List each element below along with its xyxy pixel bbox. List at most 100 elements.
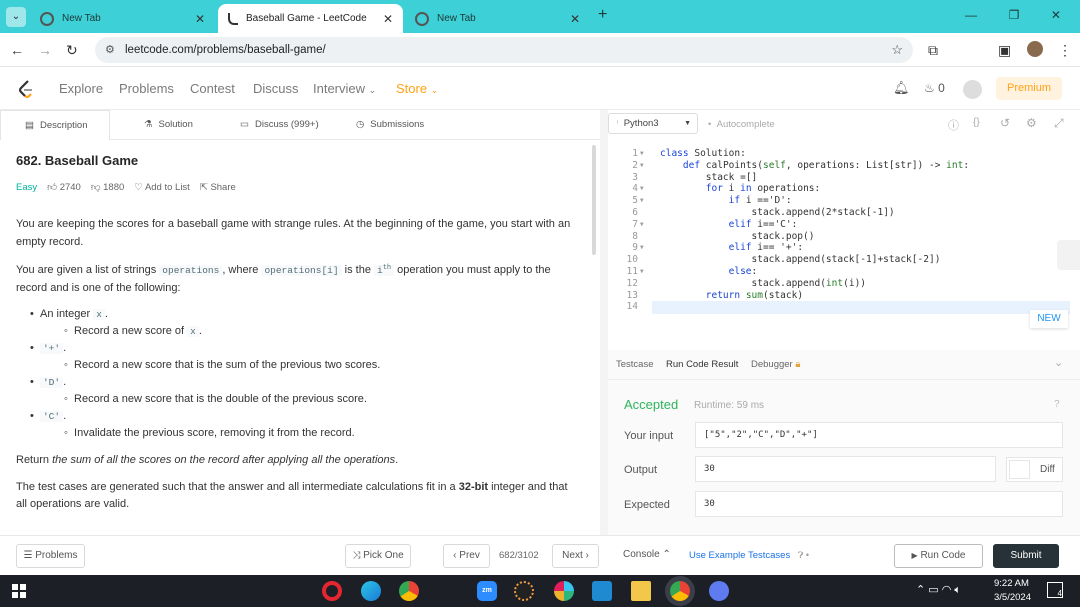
close-window-icon[interactable]: ✕ bbox=[1051, 8, 1061, 22]
rule-sub-text: Record a new score that is the sum of th… bbox=[74, 359, 381, 372]
tab-submissions[interactable]: ◷ Submissions bbox=[348, 110, 432, 140]
chrome-taskbar-icon[interactable] bbox=[399, 581, 419, 601]
rules-list: • An integer x. ◦ Record a new score of … bbox=[16, 306, 581, 442]
next-button[interactable]: Next › bbox=[552, 544, 599, 568]
side-panel-toggle[interactable] bbox=[1057, 240, 1080, 270]
code-editor[interactable]: 1 ▼ class Solution: 2 ▼ def calPoints(self, … bbox=[610, 140, 1080, 350]
clock-time[interactable]: 9:22 AM bbox=[994, 578, 1029, 589]
minimize-icon[interactable]: — bbox=[965, 8, 977, 22]
help-circle-icon[interactable]: ❓︎ • bbox=[798, 550, 809, 561]
close-icon[interactable]: ✕ bbox=[195, 12, 205, 26]
zoom-icon[interactable]: zm bbox=[477, 581, 497, 601]
tab-search-button[interactable]: ⌄ bbox=[6, 7, 26, 27]
code-text: for i in operations: bbox=[705, 183, 821, 195]
file-explorer-icon[interactable] bbox=[631, 581, 651, 601]
bookmark-star-icon[interactable]: ☆ bbox=[891, 37, 903, 63]
nav-contest[interactable]: Contest bbox=[190, 81, 235, 96]
notification-center-icon[interactable]: 4 bbox=[1047, 582, 1063, 598]
fold-arrow-icon[interactable]: ▼ bbox=[640, 266, 644, 278]
address-bar[interactable]: ⚙ leetcode.com/problems/baseball-game/ ☆ bbox=[95, 37, 913, 63]
left-pane-scrollbar[interactable] bbox=[592, 145, 596, 255]
nav-explore[interactable]: Explore bbox=[59, 81, 103, 96]
user-avatar[interactable] bbox=[963, 80, 982, 99]
tab-testcase[interactable]: Testcase bbox=[616, 359, 654, 370]
pick-one-button[interactable]: ⤨ Pick One bbox=[345, 544, 411, 568]
discuss-icon: ▭ bbox=[240, 119, 249, 130]
premium-button[interactable]: Premium bbox=[996, 77, 1062, 100]
run-code-button[interactable]: ▶ Run Code bbox=[894, 544, 983, 568]
problems-label: Problems bbox=[35, 550, 78, 561]
menu-dots-icon[interactable]: ⋮ bbox=[1058, 42, 1072, 59]
windows-start-icon[interactable] bbox=[12, 584, 26, 598]
nav-store[interactable]: Store ⌄ bbox=[396, 81, 438, 96]
tab-debugger[interactable]: Debugger 🔒︎ bbox=[751, 359, 800, 370]
extensions-icon[interactable]: ⧉ bbox=[928, 42, 938, 59]
fold-arrow-icon[interactable]: ▼ bbox=[640, 242, 644, 254]
submit-button[interactable]: Submit bbox=[993, 544, 1059, 568]
fold-arrow-icon[interactable]: ▼ bbox=[640, 148, 644, 160]
tab-description[interactable]: ▤ Description bbox=[0, 110, 110, 140]
fire-icon: ♨ bbox=[924, 81, 935, 95]
fold-arrow-icon[interactable]: ▼ bbox=[640, 160, 644, 172]
fold-arrow-icon[interactable]: ▼ bbox=[640, 195, 644, 207]
nav-problems[interactable]: Problems bbox=[119, 81, 174, 96]
dislike-button[interactable]: 👎︎ 1880 bbox=[91, 179, 124, 197]
browser-tab-2[interactable]: Baseball Game - LeetCode ✕ bbox=[218, 4, 403, 33]
console-label: Console bbox=[623, 549, 660, 560]
tab-discuss[interactable]: ▭ Discuss (999+) bbox=[232, 110, 327, 140]
sidebar-icon[interactable]: ▣ bbox=[998, 42, 1011, 59]
desc-text: is the bbox=[344, 264, 371, 277]
opera-icon[interactable] bbox=[322, 581, 342, 601]
system-tray-icons[interactable]: ⌃ ▭ ◠ 🔈︎ bbox=[916, 583, 961, 597]
close-icon[interactable]: ✕ bbox=[383, 12, 393, 26]
fold-arrow-icon[interactable]: ▼ bbox=[640, 219, 644, 231]
pane-divider[interactable] bbox=[600, 110, 608, 535]
chrome-active-icon[interactable] bbox=[670, 581, 690, 601]
reset-icon[interactable]: ↺ bbox=[1000, 116, 1010, 130]
braces-icon[interactable]: {} bbox=[973, 117, 980, 128]
leetcode-logo[interactable] bbox=[18, 79, 34, 99]
like-button[interactable]: 👍︎ 2740 bbox=[47, 179, 81, 197]
help-icon[interactable]: ? bbox=[1054, 399, 1060, 410]
new-feature-badge[interactable]: NEW bbox=[1030, 310, 1068, 328]
clock-icon: ◷ bbox=[356, 119, 365, 130]
add-to-list-button[interactable]: ♡ Add to List bbox=[134, 179, 190, 197]
new-tab-button[interactable]: + bbox=[598, 6, 607, 24]
close-icon[interactable]: ✕ bbox=[570, 12, 580, 26]
nav-interview[interactable]: Interview ⌄ bbox=[313, 81, 376, 96]
app-icon[interactable] bbox=[514, 581, 534, 601]
prev-button[interactable]: ‹ Prev bbox=[443, 544, 490, 568]
settings-icon[interactable]: ⚙ bbox=[1026, 116, 1037, 130]
problems-button[interactable]: ☰ Problems bbox=[16, 544, 85, 568]
console-toggle[interactable]: Console ⌃ bbox=[623, 549, 671, 560]
share-button[interactable]: ⇱ Share bbox=[200, 179, 236, 197]
slack-icon[interactable] bbox=[554, 581, 574, 601]
clock-date[interactable]: 3/5/2024 bbox=[994, 592, 1031, 603]
browser-tab-1[interactable]: New Tab ✕ bbox=[30, 4, 215, 33]
fullscreen-icon[interactable]: ⤢ bbox=[1054, 116, 1064, 131]
chrome-profile-icon[interactable] bbox=[709, 581, 729, 601]
language-select[interactable]: ⁱ Python3 ▼ bbox=[608, 113, 698, 134]
vscode-icon[interactable] bbox=[592, 581, 612, 601]
notification-bell-icon[interactable]: 🔔︎ bbox=[893, 80, 910, 96]
restore-icon[interactable]: ❐ bbox=[1009, 8, 1020, 22]
autocomplete-toggle[interactable]: • Autocomplete bbox=[708, 119, 775, 130]
back-arrow-icon[interactable]: ← bbox=[10, 42, 24, 58]
tab-solution[interactable]: ⚗ Solution bbox=[136, 110, 201, 140]
reload-icon[interactable]: ↻ bbox=[66, 42, 78, 59]
tab-run-code-result[interactable]: Run Code Result bbox=[666, 359, 738, 370]
fold-arrow-icon[interactable]: ▼ bbox=[640, 183, 644, 195]
info-circle-icon[interactable]: ⓘ bbox=[948, 117, 959, 133]
profile-avatar[interactable] bbox=[1027, 41, 1043, 57]
site-info-icon[interactable]: ⚙ bbox=[105, 37, 115, 63]
edge-icon[interactable] bbox=[361, 581, 381, 601]
forward-arrow-icon[interactable]: → bbox=[38, 42, 52, 58]
rule-head: • 'D'. bbox=[30, 374, 581, 391]
diff-toggle[interactable]: Diff bbox=[1006, 457, 1063, 482]
streak-counter[interactable]: ♨ 0 bbox=[924, 81, 945, 95]
chevron-down-icon[interactable]: ⌄ bbox=[1054, 356, 1063, 369]
browser-tab-3[interactable]: New Tab ✕ bbox=[405, 4, 590, 33]
nav-discuss[interactable]: Discuss bbox=[253, 81, 299, 96]
use-example-testcases-link[interactable]: Use Example Testcases bbox=[689, 550, 790, 561]
line-number: 10 bbox=[626, 254, 638, 266]
